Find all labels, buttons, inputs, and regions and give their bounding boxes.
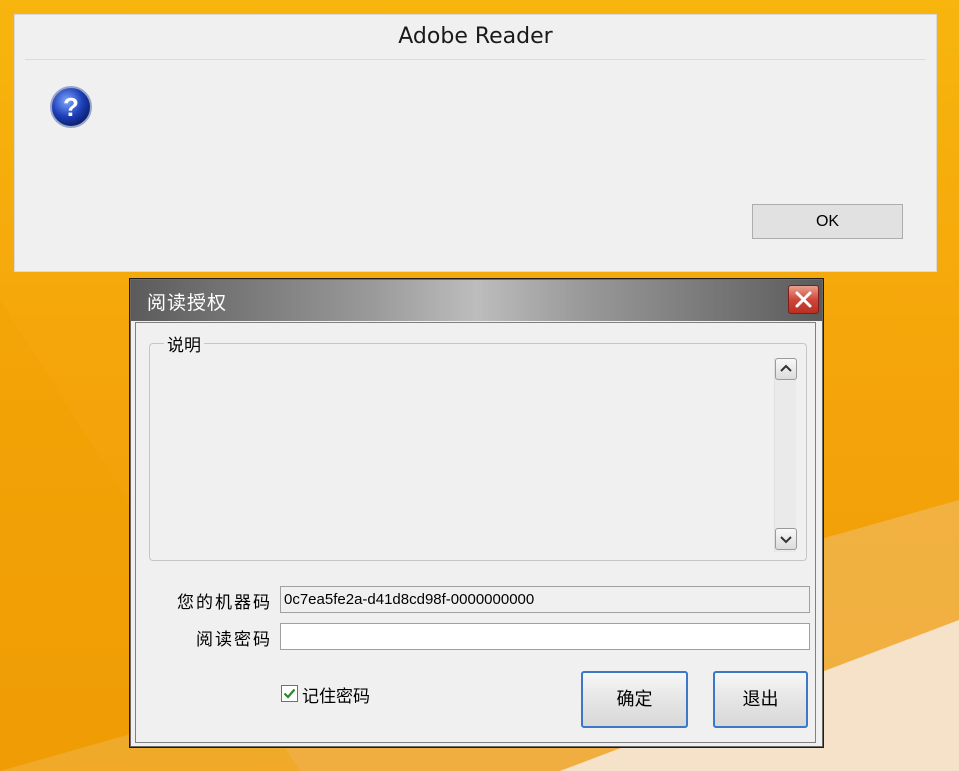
password-label: 阅读密码 [196,630,272,650]
confirm-button[interactable]: 确定 [581,671,688,728]
checkmark-icon [283,688,296,699]
remember-password-label[interactable]: 记住密码 [302,682,370,707]
scroll-up-button[interactable] [775,358,797,380]
remember-password-checkbox[interactable] [281,685,298,702]
auth-titlebar[interactable]: 阅读授权 [131,280,822,321]
password-field[interactable] [280,623,810,650]
adobe-reader-dialog: Adobe Reader ? OK [14,14,937,272]
close-icon [795,291,812,308]
description-scrollbar[interactable] [774,358,797,552]
close-button[interactable] [788,285,819,314]
machine-code-label: 您的机器码 [177,593,272,613]
question-icon: ? [50,86,92,128]
exit-button[interactable]: 退出 [713,671,808,728]
chevron-down-icon [780,536,792,544]
chevron-up-icon [780,364,792,372]
description-group-label: 说明 [164,331,204,356]
auth-dialog: 阅读授权 说明 您的机器码 0c7ea5fe2a-d41d8cd98f-0000… [129,278,824,748]
machine-code-field[interactable]: 0c7ea5fe2a-d41d8cd98f-0000000000 [280,586,810,613]
description-group: 说明 [149,331,807,561]
dialog-title: Adobe Reader [398,24,553,49]
auth-dialog-body: 说明 您的机器码 0c7ea5fe2a-d41d8cd98f-000000000… [135,322,816,743]
ok-button[interactable]: OK [752,204,903,239]
scroll-down-button[interactable] [775,528,797,550]
auth-dialog-title: 阅读授权 [147,292,228,314]
svg-text:?: ? [63,92,79,122]
